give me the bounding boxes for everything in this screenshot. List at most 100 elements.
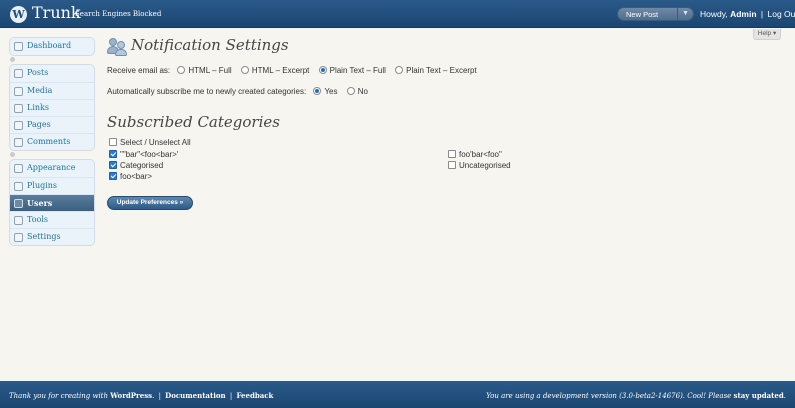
footer-left: Thank you for creating with WordPress. |… — [9, 391, 274, 400]
menu-item-label: Appearance — [27, 163, 76, 172]
menu-group-admin: Appearance Plugins Users Tools Settings — [9, 159, 95, 246]
category-item[interactable]: foo'bar<foo" — [448, 150, 502, 159]
new-post-link[interactable]: New Post — [626, 9, 658, 20]
category-checkbox[interactable] — [448, 161, 456, 169]
site-visibility-notice[interactable]: Search Engines Blocked — [75, 10, 161, 18]
menu-item-links[interactable]: Links — [10, 99, 94, 116]
user-info: Howdy, Admin | Log Out — [700, 9, 795, 19]
category-checkbox[interactable] — [109, 161, 117, 169]
favorite-actions-dropdown[interactable]: New Post ▼ — [617, 7, 694, 21]
documentation-link[interactable]: Documentation — [165, 391, 225, 400]
menu-item-comments[interactable]: Comments — [10, 133, 94, 150]
option-label: No — [357, 87, 368, 96]
menu-item-label: Tools — [27, 215, 49, 224]
menu-group-dashboard: Dashboard — [9, 37, 95, 56]
admin-footer: Thank you for creating with WordPress. |… — [0, 381, 795, 408]
radio-html-full[interactable] — [177, 66, 186, 74]
wordpress-link[interactable]: WordPress — [110, 391, 152, 400]
option-label: Plain Text – Full — [329, 66, 386, 75]
stay-updated-link[interactable]: stay updated — [734, 391, 784, 400]
menu-item-label: Dashboard — [27, 41, 72, 50]
plugins-icon — [14, 182, 23, 191]
select-all-row[interactable]: Select / Unselect All — [109, 138, 191, 147]
menu-item-label: Plugins — [27, 181, 58, 190]
menu-item-label: Settings — [27, 232, 61, 241]
logout-link[interactable]: Log Out — [768, 9, 795, 19]
menu-item-users[interactable]: Users — [10, 194, 94, 211]
auto-subscribe-row: Automatically subscribe me to newly crea… — [107, 87, 370, 96]
radio-yes[interactable] — [313, 87, 322, 95]
wordpress-logo-icon[interactable]: W — [10, 6, 27, 23]
menu-item-label: Links — [27, 103, 49, 112]
menu-group-content: Posts Media Links Pages Comments — [9, 64, 95, 151]
category-label: foo'bar<foo" — [459, 150, 502, 159]
username-link[interactable]: Admin — [730, 9, 756, 19]
category-label: Uncategorised — [459, 161, 511, 170]
menu-item-label: Posts — [27, 68, 49, 77]
menu-separator[interactable] — [9, 56, 95, 64]
menu-item-appearance[interactable]: Appearance — [10, 160, 94, 177]
menu-item-media[interactable]: Media — [10, 82, 94, 99]
category-item[interactable]: foo<bar> — [109, 172, 152, 181]
page-title: Notification Settings — [131, 36, 289, 54]
media-icon — [14, 87, 23, 96]
update-preferences-button[interactable]: Update Preferences » — [107, 196, 193, 210]
greeting-text: Howdy, — [700, 9, 728, 19]
option-label: Plain Text – Excerpt — [406, 66, 477, 75]
auto-subscribe-label: Automatically subscribe me to newly crea… — [107, 87, 307, 96]
option-label: Yes — [324, 87, 338, 96]
radio-html-excerpt[interactable] — [240, 66, 249, 74]
admin-menu: Dashboard Posts Media Links Pages Commen… — [9, 37, 95, 246]
users-icon — [14, 199, 23, 208]
separator-handle-icon[interactable] — [10, 152, 15, 157]
menu-item-plugins[interactable]: Plugins — [10, 177, 94, 194]
category-label: Categorised — [120, 161, 164, 170]
menu-separator[interactable] — [9, 151, 95, 159]
users-icon — [107, 36, 127, 56]
feedback-link[interactable]: Feedback — [236, 391, 273, 400]
category-label: foo<bar> — [120, 172, 153, 181]
radio-plain-text-full[interactable] — [318, 66, 327, 74]
select-all-checkbox[interactable] — [109, 138, 117, 146]
menu-item-posts[interactable]: Posts — [10, 65, 94, 82]
category-item[interactable]: Categorised — [109, 161, 163, 170]
separator: | — [760, 9, 764, 19]
receive-email-row: Receive email as: HTML – Full HTML – Exc… — [107, 66, 479, 75]
version-text: You are using a development version (3.0… — [486, 392, 732, 400]
menu-item-dashboard[interactable]: Dashboard — [10, 38, 94, 55]
option-label: HTML – Full — [188, 66, 232, 75]
pages-icon — [14, 121, 23, 130]
dashboard-icon — [14, 42, 23, 51]
menu-item-label: Users — [27, 198, 53, 208]
category-item[interactable]: ""bar"<foo<bar>' — [109, 150, 178, 159]
menu-item-label: Media — [27, 86, 53, 95]
receive-email-label: Receive email as: — [107, 66, 171, 75]
category-checkbox[interactable] — [109, 150, 117, 158]
radio-no[interactable] — [346, 87, 355, 95]
separator: | — [158, 392, 161, 400]
category-label: ""bar"<foo<bar>' — [120, 150, 179, 159]
menu-item-label: Pages — [27, 120, 51, 129]
tools-icon — [14, 216, 23, 225]
radio-plain-text-excerpt[interactable] — [395, 66, 404, 74]
posts-icon — [14, 69, 23, 78]
admin-header: W Trunk Search Engines Blocked New Post … — [0, 0, 795, 28]
appearance-icon — [14, 164, 23, 173]
menu-item-pages[interactable]: Pages — [10, 116, 94, 133]
category-checkbox[interactable] — [448, 150, 456, 158]
option-label: HTML – Excerpt — [251, 66, 310, 75]
chevron-down-icon[interactable]: ▼ — [677, 8, 693, 20]
menu-item-settings[interactable]: Settings — [10, 228, 94, 245]
menu-item-label: Comments — [27, 137, 71, 146]
links-icon — [14, 104, 23, 113]
footer-thanks-text: Thank you for creating with — [9, 392, 109, 400]
category-checkbox[interactable] — [109, 172, 117, 180]
category-item[interactable]: Uncategorised — [448, 161, 511, 170]
subscribed-categories-title: Subscribed Categories — [107, 113, 280, 131]
site-title[interactable]: Trunk — [32, 3, 81, 22]
separator: | — [229, 392, 233, 400]
footer-version: You are using a development version (3.0… — [486, 391, 786, 400]
help-tab[interactable]: Help ▾ — [753, 29, 781, 40]
separator-handle-icon[interactable] — [10, 57, 15, 62]
menu-item-tools[interactable]: Tools — [10, 211, 94, 228]
